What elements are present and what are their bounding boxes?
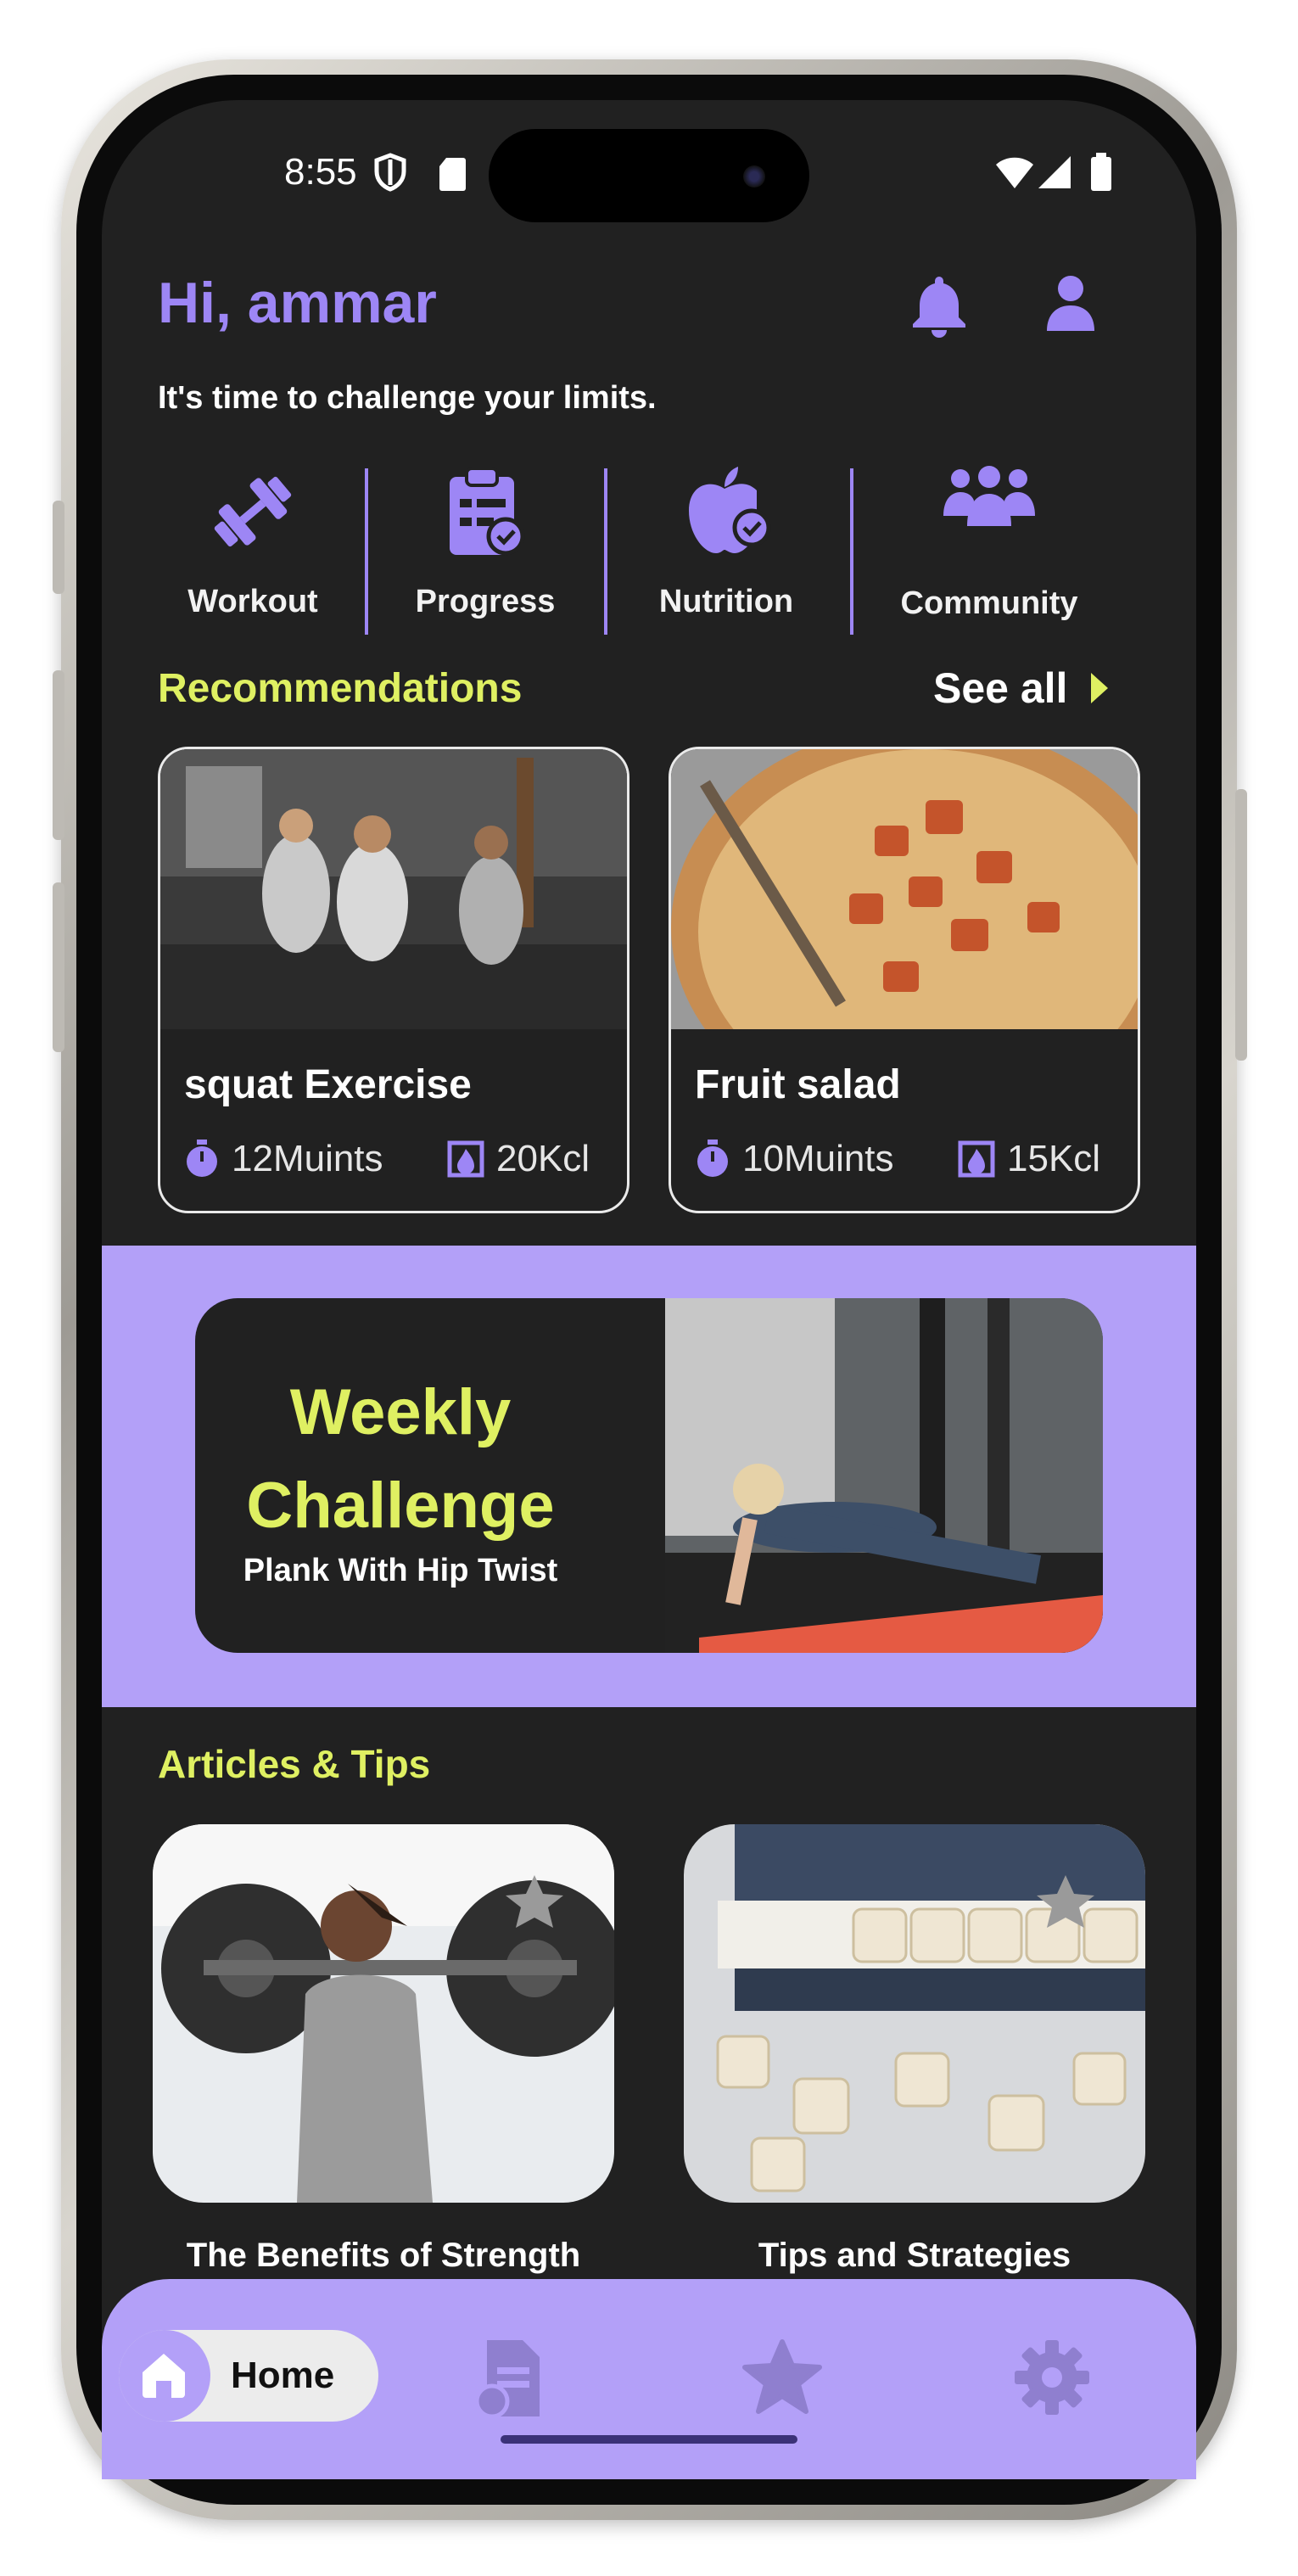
- category-progress[interactable]: Progress: [383, 465, 587, 635]
- document-icon[interactable]: [475, 2338, 548, 2418]
- category-label: Progress: [415, 584, 556, 619]
- divider: [604, 468, 607, 635]
- side-button: [1235, 789, 1247, 1061]
- calories-value: 20Kcl: [496, 1138, 590, 1179]
- card-duration: 10Muints: [695, 1138, 894, 1180]
- home-icon: [143, 2354, 185, 2398]
- weekly-challenge-card[interactable]: Weekly Challenge Plank With Hip Twist: [195, 1298, 1103, 1653]
- card-calories: 15Kcl: [958, 1138, 1100, 1180]
- side-button: [53, 882, 64, 1052]
- category-label: Workout: [187, 584, 318, 619]
- star-icon[interactable]: [741, 2338, 823, 2416]
- card-title: squat Exercise: [184, 1062, 472, 1107]
- article-card[interactable]: [684, 1824, 1145, 2203]
- recommendation-card[interactable]: Fruit salad 10Muints 15Kcl: [669, 747, 1140, 1213]
- dumbbell-icon: [214, 476, 292, 547]
- divider: [850, 468, 853, 635]
- article-title: The Benefits of Strength: [186, 2237, 581, 2274]
- weekly-title-line2: Challenge: [246, 1470, 555, 1542]
- greeting-title: Hi, ammar: [158, 271, 437, 335]
- divider: [365, 468, 368, 635]
- advice-blocks-image: [684, 1824, 1145, 2203]
- sd-card-icon: [439, 158, 466, 191]
- card-title: Fruit salad: [695, 1062, 901, 1107]
- category-nutrition[interactable]: Nutrition: [624, 465, 828, 635]
- stopwatch-icon: [187, 1140, 217, 1177]
- see-all-label: See all: [933, 664, 1068, 712]
- duration-value: 10Muints: [742, 1138, 894, 1179]
- calories-value: 15Kcl: [1007, 1138, 1101, 1179]
- wifi-icon: [996, 157, 1033, 188]
- camera-icon: [743, 165, 765, 188]
- recommendations-title: Recommendations: [158, 666, 523, 711]
- weekly-challenge-subtitle: Plank With Hip Twist: [243, 1553, 558, 1588]
- nav-home-label: Home: [231, 2355, 335, 2396]
- side-button: [53, 670, 64, 840]
- calories-icon: [958, 1140, 995, 1178]
- signal-icon: [1038, 156, 1075, 188]
- battery-icon: [1091, 153, 1111, 191]
- articles-title: Articles & Tips: [158, 1742, 431, 1786]
- gear-icon[interactable]: [1013, 2338, 1091, 2416]
- shield-icon: [374, 153, 406, 192]
- side-button: [53, 501, 64, 594]
- recommendation-card[interactable]: squat Exercise 12Muints 20Kcl: [158, 747, 629, 1213]
- category-workout[interactable]: Workout: [151, 465, 355, 635]
- card-calories: 20Kcl: [447, 1138, 590, 1180]
- status-time: 8:55: [284, 151, 357, 193]
- weekly-challenge-title: Weekly Challenge: [195, 1366, 606, 1553]
- category-label: Nutrition: [658, 584, 794, 619]
- article-card[interactable]: [153, 1824, 614, 2203]
- category-label: Community: [900, 585, 1078, 621]
- strength-training-image: [153, 1824, 614, 2203]
- profile-icon[interactable]: [1043, 273, 1098, 333]
- squat-exercise-image: [160, 749, 627, 1029]
- weekly-title-line1: Weekly: [289, 1376, 512, 1448]
- see-all-link[interactable]: See all: [933, 664, 1110, 713]
- fruit-salad-image: [671, 749, 1138, 1029]
- home-indicator: [501, 2435, 797, 2444]
- article-title: Tips and Strategies: [758, 2237, 1071, 2274]
- group-icon: [943, 466, 1035, 526]
- apple-check-icon: [689, 467, 771, 553]
- subtitle: It's time to challenge your limits.: [158, 380, 657, 416]
- clipboard-check-icon: [450, 467, 525, 556]
- duration-value: 12Muints: [232, 1138, 383, 1179]
- stopwatch-icon: [697, 1140, 728, 1177]
- plank-exercise-image: [665, 1298, 1103, 1653]
- category-community[interactable]: Community: [887, 465, 1091, 635]
- chevron-right-icon: [1091, 673, 1109, 703]
- card-duration: 12Muints: [184, 1138, 383, 1180]
- calories-icon: [447, 1140, 484, 1178]
- bell-icon[interactable]: [909, 273, 969, 338]
